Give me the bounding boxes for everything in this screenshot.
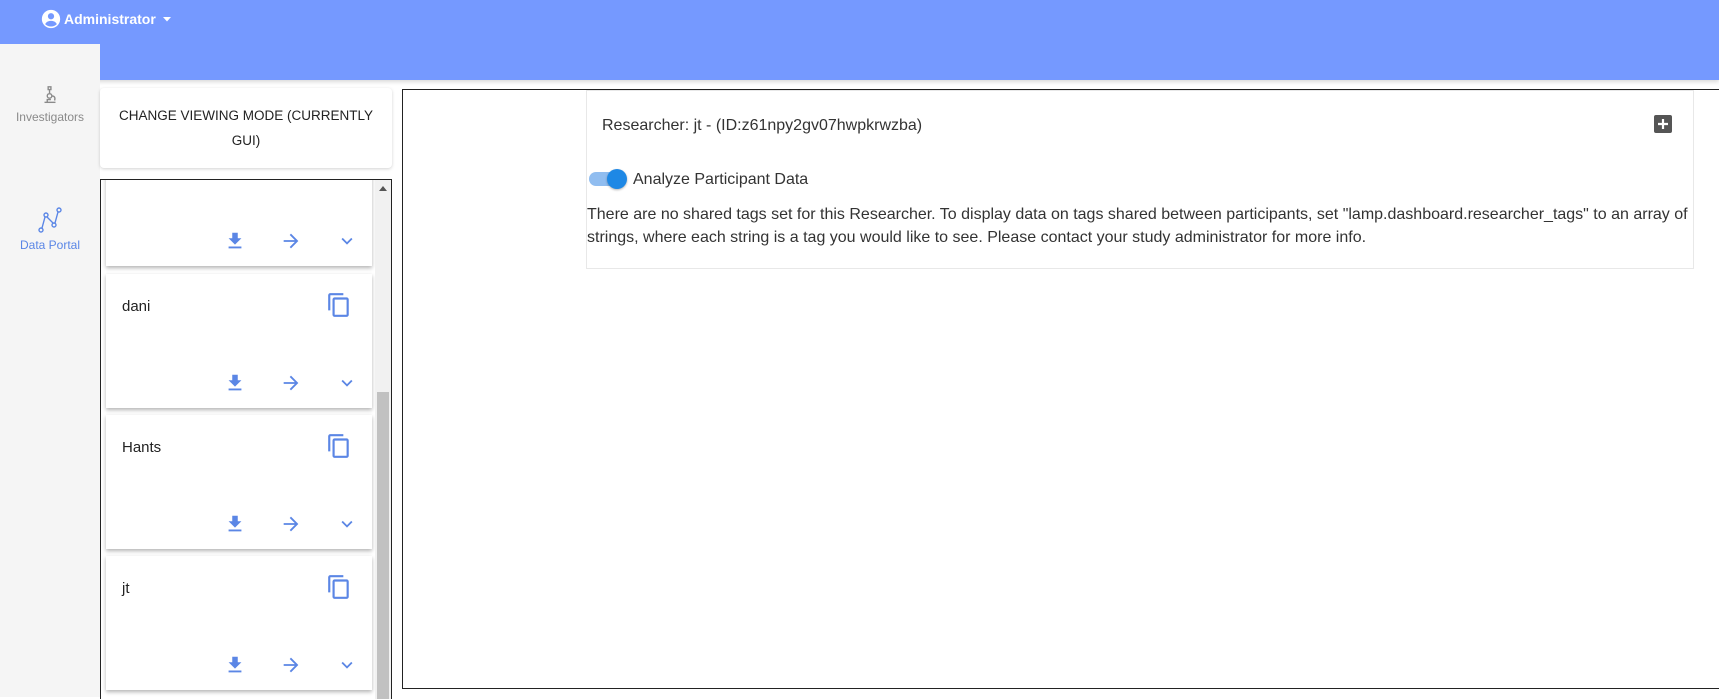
download-icon[interactable] bbox=[224, 372, 246, 394]
scroll-up-arrow-icon[interactable] bbox=[379, 186, 387, 191]
nav-item-label: Data Portal bbox=[19, 238, 81, 252]
researcher-card bbox=[106, 180, 372, 266]
top-app-bar bbox=[0, 0, 1719, 80]
toggle-knob bbox=[607, 169, 627, 189]
researcher-card: dani bbox=[106, 274, 372, 408]
user-name: Administrator bbox=[64, 11, 156, 27]
change-viewing-mode-button[interactable]: CHANGE VIEWING MODE (CURRENTLY GUI) bbox=[100, 88, 392, 168]
researcher-title: Researcher: jt - (ID:z61npy2gv07hwpkrwzb… bbox=[602, 117, 923, 134]
researcher-list-panel: dani Hants jt bbox=[100, 179, 392, 699]
copy-icon[interactable] bbox=[326, 292, 352, 318]
list-scrollbar[interactable] bbox=[375, 180, 391, 699]
researcher-card: jt bbox=[106, 556, 372, 690]
researcher-name: Hants bbox=[122, 439, 162, 456]
researcher-card: Hants bbox=[106, 415, 372, 549]
chevron-down-icon[interactable] bbox=[336, 372, 358, 394]
download-icon[interactable] bbox=[224, 513, 246, 535]
scroll-thumb[interactable] bbox=[377, 392, 389, 699]
toggle-label: Analyze Participant Data bbox=[633, 171, 809, 188]
researcher-name: jt bbox=[122, 580, 130, 597]
arrow-right-icon[interactable] bbox=[280, 372, 302, 394]
download-icon[interactable] bbox=[224, 654, 246, 676]
no-shared-tags-message: There are no shared tags set for this Re… bbox=[587, 206, 1688, 246]
side-nav: Investigators Data Portal bbox=[0, 44, 100, 697]
copy-icon[interactable] bbox=[326, 574, 352, 600]
arrow-right-icon[interactable] bbox=[280, 513, 302, 535]
chevron-down-icon[interactable] bbox=[336, 513, 358, 535]
arrow-right-icon[interactable] bbox=[280, 230, 302, 252]
user-menu[interactable]: Administrator bbox=[40, 8, 172, 30]
researcher-name: dani bbox=[122, 298, 151, 315]
researcher-detail-card: Researcher: jt - (ID:z61npy2gv07hwpkrwzb… bbox=[586, 90, 1694, 269]
chevron-down-icon[interactable] bbox=[336, 230, 358, 252]
nav-item-label: Investigators bbox=[15, 110, 85, 124]
copy-icon[interactable] bbox=[326, 433, 352, 459]
chevron-down-icon[interactable] bbox=[336, 654, 358, 676]
caret-down-icon bbox=[162, 14, 172, 24]
analyze-participant-data-toggle[interactable] bbox=[589, 169, 627, 189]
microscope-icon bbox=[0, 84, 100, 106]
account-circle-icon bbox=[40, 8, 62, 30]
arrow-right-icon[interactable] bbox=[280, 654, 302, 676]
chart-line-icon bbox=[0, 206, 100, 234]
nav-item-investigators[interactable]: Investigators bbox=[0, 84, 100, 124]
download-icon[interactable] bbox=[224, 230, 246, 252]
plus-box-icon[interactable] bbox=[1653, 114, 1673, 134]
nav-item-data-portal[interactable]: Data Portal bbox=[0, 206, 100, 252]
